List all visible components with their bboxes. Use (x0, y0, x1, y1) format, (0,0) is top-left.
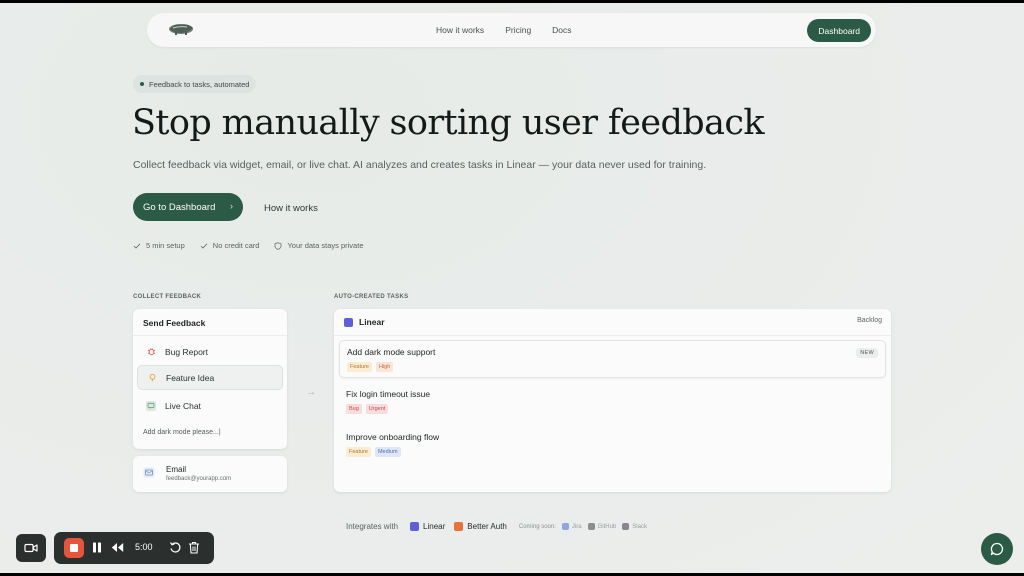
tagline-pill: Feedback to tasks, automated (133, 75, 257, 93)
tag-feature: Feature (347, 362, 372, 372)
task-title: Improve onboarding flow (346, 432, 440, 442)
integration-jira: Jira (561, 523, 582, 530)
mail-icon (143, 467, 155, 478)
camera-toggle-button[interactable] (16, 534, 46, 562)
bug-icon (146, 347, 156, 357)
restart-icon[interactable] (169, 541, 182, 554)
feedback-input[interactable]: Add dark mode please...| (143, 429, 221, 436)
integration-name: Linear (423, 522, 446, 531)
jira-logo-icon (561, 523, 569, 530)
check-item-setup: 5 min setup (133, 241, 185, 250)
tagline-text: Feedback to tasks, automated (149, 79, 250, 89)
trash-icon[interactable] (188, 541, 200, 554)
nav-pricing[interactable]: Pricing (505, 25, 531, 35)
github-logo-icon (587, 523, 595, 530)
checkmark-icon (200, 242, 208, 249)
check-label: No credit card (212, 241, 260, 250)
integration-name: Slack (632, 523, 647, 530)
stop-icon (70, 544, 78, 552)
rewind-icon[interactable] (111, 542, 124, 553)
linear-app-name: Linear (359, 317, 385, 327)
task-row[interactable]: Fix login timeout issue Bug Urgent (339, 383, 886, 421)
new-badge: NEW (856, 348, 878, 358)
option-label: Feature Idea (166, 372, 215, 383)
tag-feature: Feature (346, 447, 371, 457)
integration-name: Better Auth (467, 522, 507, 531)
check-item-credit-card: No credit card (200, 241, 260, 250)
integration-name: GitHub (597, 523, 617, 530)
shield-icon (275, 241, 282, 250)
lightbulb-icon (147, 373, 157, 383)
top-nav: How it works Pricing Docs Dashboard (147, 13, 876, 47)
tag-high: High (375, 362, 394, 372)
option-feature-idea[interactable]: Feature Idea (137, 365, 283, 390)
tag-urgent: Urgent (365, 404, 389, 414)
checkmark-icon (133, 242, 141, 249)
linear-tasks-panel: Linear Backlog Add dark mode support Fea… (334, 309, 891, 492)
integration-linear: Linear (410, 522, 445, 531)
option-label: Live Chat (165, 400, 201, 411)
coming-soon-label: Coming soon: (518, 523, 556, 530)
chevron-right-icon: › (230, 201, 233, 211)
linear-logo-icon (410, 522, 420, 531)
integration-slack: Slack (622, 523, 647, 530)
stop-recording-button[interactable] (64, 538, 84, 558)
integrations-bar: Integrates with Linear Better Auth Comin… (346, 522, 653, 531)
integration-github: GitHub (587, 523, 617, 530)
go-to-dashboard-label: Go to Dashboard (143, 201, 216, 213)
hero-subtitle: Collect feedback via widget, email, or l… (133, 159, 707, 171)
landing-page: How it works Pricing Docs Dashboard Feed… (0, 3, 1024, 573)
linear-logo-icon (344, 317, 353, 327)
tag-bug: Bug (346, 404, 362, 414)
email-title: Email (166, 465, 187, 474)
task-title: Add dark mode support (347, 347, 436, 357)
logo-icon[interactable] (167, 21, 195, 37)
chat-bubble-button[interactable] (981, 533, 1013, 565)
option-label: Bug Report (165, 346, 208, 357)
go-to-dashboard-button[interactable]: Go to Dashboard › (133, 193, 243, 221)
dashboard-button[interactable]: Dashboard (807, 19, 871, 42)
integration-name: Jira (571, 523, 582, 530)
chat-icon (146, 400, 156, 411)
divider (133, 335, 287, 336)
nav-how-it-works[interactable]: How it works (436, 25, 484, 35)
backlog-status: Backlog (857, 317, 882, 324)
option-live-chat[interactable]: Live Chat (137, 393, 283, 418)
tag-medium: Medium (374, 447, 401, 457)
nav-docs[interactable]: Docs (552, 25, 571, 35)
dot-icon (140, 82, 144, 86)
arrow-right-icon: → (306, 387, 316, 398)
pause-icon[interactable] (92, 542, 102, 553)
linear-header: Linear (344, 317, 385, 327)
nav-links: How it works Pricing Docs (436, 13, 572, 47)
recording-controls: 5:00 (54, 532, 214, 564)
task-title: Fix login timeout issue (346, 389, 431, 399)
recording-timer: 5:00 (135, 542, 153, 552)
video-camera-icon (24, 543, 38, 553)
feature-checks: 5 min setup No credit card Your data sta… (133, 241, 364, 250)
integration-better-auth: Better Auth (454, 522, 507, 531)
task-tags: Feature High (347, 362, 394, 372)
how-it-works-link[interactable]: How it works (264, 203, 318, 214)
slack-logo-icon (622, 523, 630, 530)
email-channel-card: Email feedback@yourapp.com (133, 456, 287, 492)
task-tags: Feature Medium (346, 447, 401, 457)
divider (334, 335, 891, 336)
check-label: Your data stays private (287, 241, 364, 250)
send-feedback-title: Send Feedback (143, 318, 206, 328)
option-bug-report[interactable]: Bug Report (137, 339, 283, 364)
chat-icon (990, 542, 1004, 556)
integrates-with-label: Integrates with (346, 522, 399, 531)
send-feedback-widget: Send Feedback Bug Report Feature Idea Li… (133, 309, 287, 449)
collect-feedback-label: COLLECT FEEDBACK (133, 294, 202, 300)
hero-title: Stop manually sorting user feedback (132, 103, 765, 143)
task-row[interactable]: Improve onboarding flow Feature Medium (339, 426, 886, 464)
better-auth-logo-icon (454, 522, 464, 531)
task-tags: Bug Urgent (346, 404, 389, 414)
check-label: 5 min setup (146, 241, 185, 250)
auto-created-tasks-label: AUTO-CREATED TASKS (334, 294, 409, 300)
check-item-private: Your data stays private (274, 241, 364, 250)
email-address: feedback@yourapp.com (166, 476, 232, 482)
task-row[interactable]: Add dark mode support Feature High NEW (339, 340, 886, 378)
